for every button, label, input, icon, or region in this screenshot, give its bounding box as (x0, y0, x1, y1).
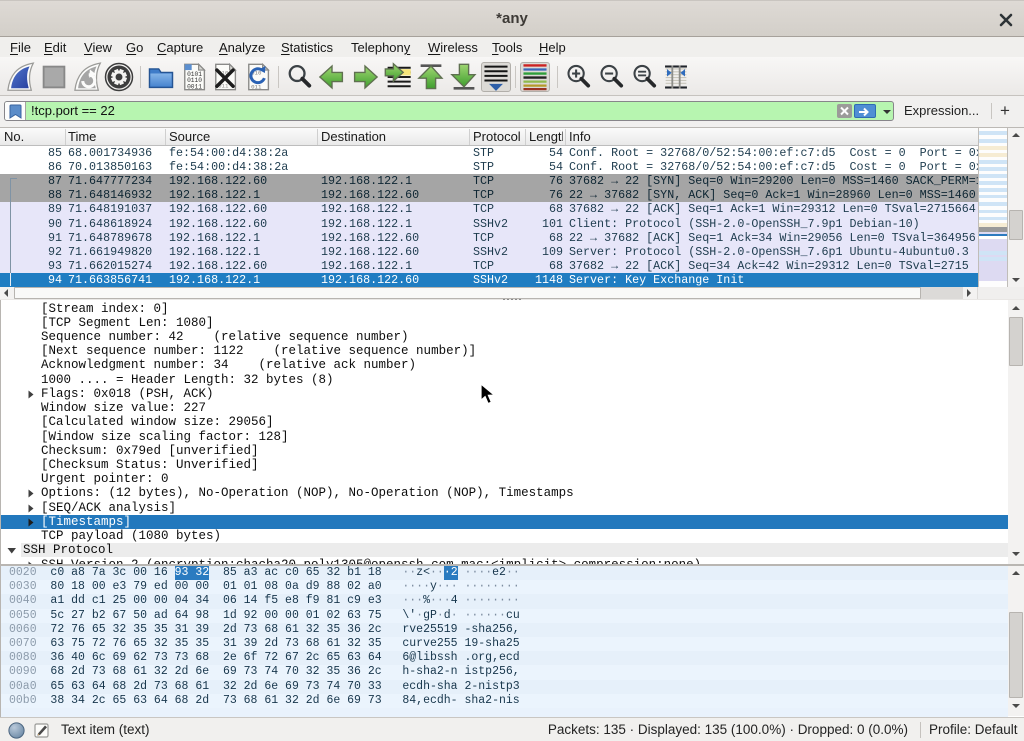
svg-text:011: 011 (251, 84, 262, 91)
svg-text:0011: 0011 (187, 84, 202, 91)
